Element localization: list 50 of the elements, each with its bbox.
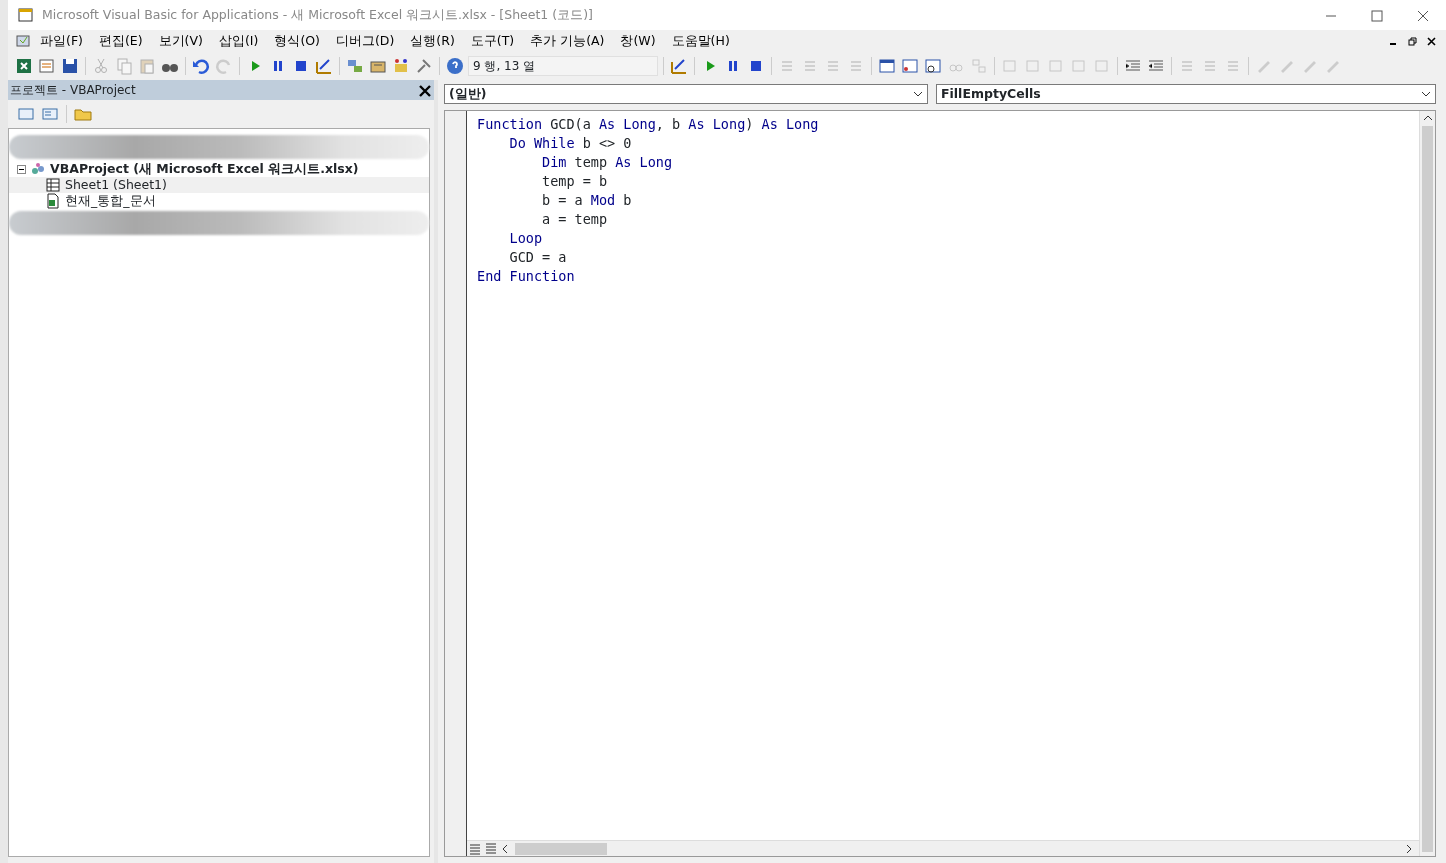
code-line: Dim temp As Long [541, 153, 674, 172]
code-line: a = temp [541, 210, 609, 229]
code-line: Function GCD(a As Long, b As Long) As Long [477, 115, 820, 134]
menu-item[interactable]: 형식(O) [266, 31, 328, 51]
code-line: End Function [477, 267, 576, 286]
code-line: Loop [508, 229, 544, 248]
procedure-dropdown[interactable]: FillEmptyCells [936, 84, 1436, 104]
project-icon [30, 161, 46, 177]
panel-title: 프로젝트 - VBAProject [10, 82, 136, 99]
menu-item[interactable]: 추가 기능(A) [522, 31, 613, 51]
code-line: Do While b <> 0 [508, 134, 633, 153]
menu-item[interactable]: 도움말(H) [663, 31, 738, 51]
excel-icon[interactable] [14, 56, 34, 76]
workbook-icon [45, 193, 61, 209]
menu-item[interactable]: 삽입(I) [210, 31, 267, 51]
sheet-icon [45, 177, 61, 193]
code-line: temp = b [541, 172, 609, 191]
design-mode-icon[interactable] [314, 56, 334, 76]
menu-item[interactable]: 디버그(D) [327, 31, 403, 51]
watch-window-icon[interactable] [923, 56, 943, 76]
menu-item[interactable]: 실행(R) [402, 31, 463, 51]
app-icon [16, 5, 36, 25]
dropdown-value: (일반) [449, 84, 487, 103]
scrollbar-thumb[interactable] [515, 842, 607, 855]
maximize-icon[interactable] [1371, 9, 1383, 22]
tree-item[interactable]: VBAProject (새 Microsoft Excel 워크시트.xlsx) [50, 159, 359, 179]
undo-icon[interactable] [191, 56, 211, 76]
menu-item[interactable]: 파일(F) [32, 31, 91, 51]
help-icon[interactable] [445, 56, 465, 76]
restore-button[interactable] [1408, 36, 1417, 46]
scrollbar-thumb[interactable] [1422, 126, 1433, 852]
code-line: GCD = a [508, 248, 568, 267]
window-title: Microsoft Visual Basic for Applications - 새 Microsoft Excel 워크시트.xlsx - [Sheet1 (코드)] [42, 5, 593, 24]
object-dropdown[interactable]: (일반) [444, 84, 928, 104]
tree-item[interactable]: 현재_통합_문서 [65, 191, 156, 211]
save-icon[interactable] [60, 56, 80, 76]
procedure-view-icon[interactable] [467, 841, 483, 856]
menu-item[interactable]: 보기(V) [150, 31, 211, 51]
close-icon[interactable] [1417, 9, 1429, 22]
menu-item[interactable]: 편집(E) [90, 31, 151, 51]
menu-item[interactable]: 창(W) [612, 31, 664, 51]
copy-icon[interactable] [114, 56, 134, 76]
design-mode-icon[interactable] [669, 56, 689, 76]
collapse-toggle[interactable] [17, 164, 26, 174]
code-line: b = a Mod b [541, 191, 633, 210]
locals-window-icon[interactable] [877, 56, 897, 76]
immediate-window-icon[interactable] [900, 56, 920, 76]
close-button[interactable] [1427, 36, 1436, 46]
menu-item[interactable]: 도구(T) [462, 31, 523, 51]
cursor-position: 9 행, 13 열 [468, 56, 658, 76]
